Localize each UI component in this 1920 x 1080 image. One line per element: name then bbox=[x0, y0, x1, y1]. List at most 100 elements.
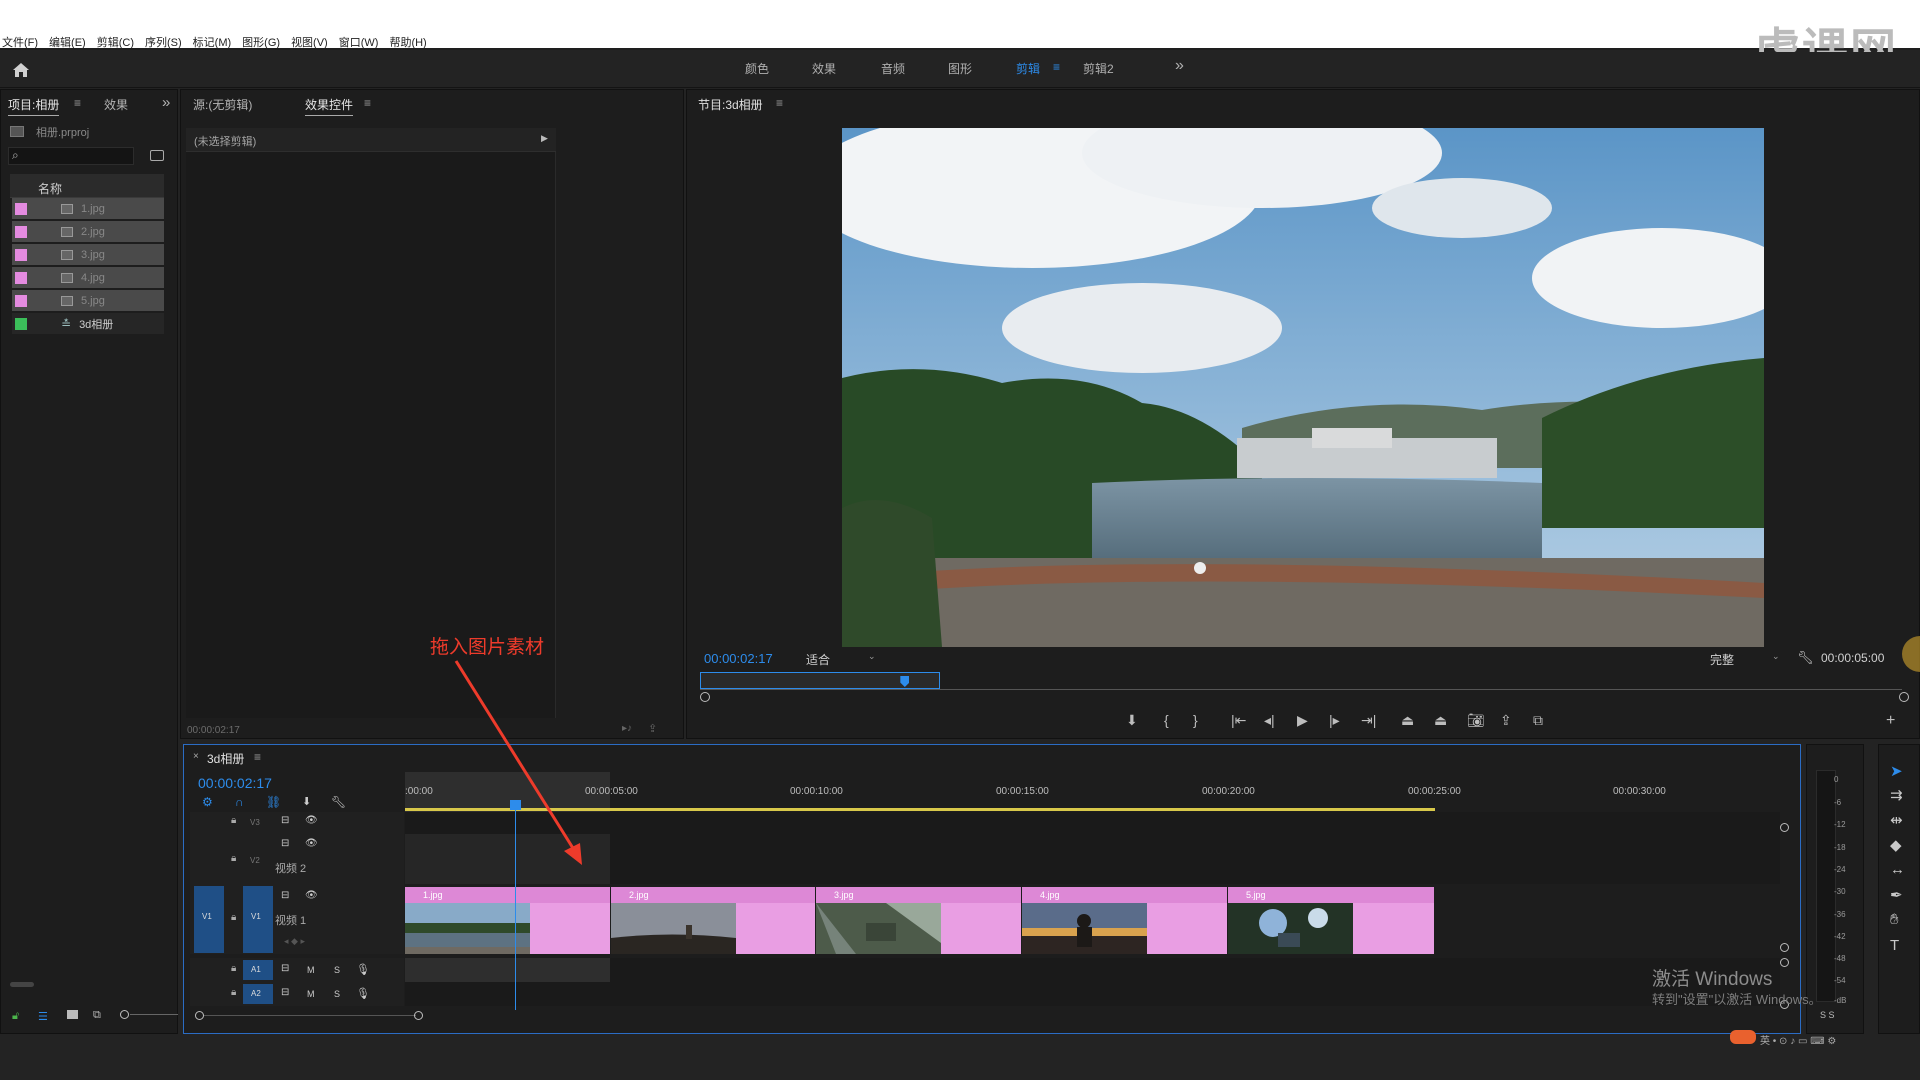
track-lane-a2[interactable] bbox=[405, 982, 1780, 1006]
timeline-clip[interactable]: 3.jpg bbox=[816, 887, 1021, 954]
filter-icon[interactable]: ▸♪ bbox=[622, 723, 632, 734]
project-scrollbar[interactable] bbox=[10, 982, 34, 987]
workspace-menu-icon[interactable]: ≡ bbox=[1053, 60, 1060, 74]
timeline-clip[interactable]: 5.jpg bbox=[1228, 887, 1434, 954]
tab-effects[interactable]: 效果 bbox=[104, 96, 128, 113]
expand-arrow-icon[interactable]: ▶ bbox=[541, 133, 548, 144]
audio-track-icon[interactable]: ⊟ bbox=[281, 987, 289, 998]
lock-icon[interactable]: 🔒︎ bbox=[231, 912, 236, 923]
hand-tool-icon[interactable]: ✋︎ bbox=[1890, 911, 1899, 928]
step-forward-icon[interactable]: |▸ bbox=[1329, 712, 1340, 729]
track-lane-v3[interactable] bbox=[405, 812, 1780, 834]
microphone-icon[interactable]: 🎙︎ bbox=[356, 987, 370, 1000]
project-item[interactable]: 1.jpg bbox=[12, 198, 164, 219]
step-back-icon[interactable]: ◂| bbox=[1264, 712, 1275, 729]
type-tool-icon[interactable]: T bbox=[1890, 937, 1899, 954]
selection-tool-icon[interactable]: ➤ bbox=[1890, 762, 1903, 780]
sequence-tab[interactable]: 3d相册 bbox=[207, 750, 244, 767]
add-marker-icon[interactable]: ⬇ bbox=[302, 795, 311, 808]
program-time-ruler[interactable] bbox=[700, 689, 1902, 690]
film-icon[interactable]: ⊟ bbox=[281, 815, 289, 826]
audio-track-icon[interactable]: ⊟ bbox=[281, 963, 289, 974]
slip-tool-icon[interactable]: ↔ bbox=[1890, 861, 1905, 878]
export-icon[interactable]: ⇪ bbox=[648, 722, 657, 735]
mark-out-icon[interactable]: } bbox=[1193, 712, 1198, 728]
linked-selection-icon[interactable]: ⛓︎ bbox=[266, 795, 281, 809]
close-icon[interactable]: × bbox=[193, 751, 199, 762]
lock-icon[interactable]: 🔒︎ bbox=[231, 963, 236, 974]
playback-resolution-select[interactable]: 完整 bbox=[1710, 651, 1734, 668]
timeline-timecode[interactable]: 00:00:02:17 bbox=[198, 775, 272, 791]
snap-icon[interactable]: ∩ bbox=[235, 795, 244, 809]
add-marker-icon[interactable]: ⬇ bbox=[1126, 712, 1138, 729]
insert-icon[interactable]: ⇪ bbox=[1500, 712, 1512, 729]
project-menu-icon[interactable]: ≡ bbox=[74, 96, 81, 110]
go-to-in-icon[interactable]: |⇤ bbox=[1231, 712, 1246, 729]
lock-icon[interactable]: 🔒︎ bbox=[231, 853, 236, 864]
chevron-down-icon[interactable]: ⌄ bbox=[1772, 651, 1780, 662]
vertical-zoom-handle[interactable] bbox=[1780, 943, 1789, 952]
menu-clip[interactable]: 剪辑(C) bbox=[97, 34, 134, 50]
zoom-handle-left[interactable] bbox=[700, 692, 710, 702]
nest-icon[interactable]: ⚙ bbox=[202, 795, 213, 809]
film-icon[interactable]: ⊟ bbox=[281, 838, 289, 849]
workspace-editing2[interactable]: 剪辑2 bbox=[1083, 60, 1114, 77]
new-bin-icon[interactable] bbox=[150, 150, 164, 161]
timeline-clip[interactable]: 4.jpg bbox=[1022, 887, 1227, 954]
track-lane-a1[interactable] bbox=[405, 958, 1780, 982]
timeline-clip[interactable]: 1.jpg bbox=[405, 887, 610, 954]
solo-button[interactable]: S bbox=[334, 965, 340, 975]
pen-tool-icon[interactable]: ✒ bbox=[1890, 886, 1903, 904]
workspace-effects[interactable]: 效果 bbox=[812, 60, 836, 77]
razor-tool-icon[interactable]: ◆ bbox=[1890, 836, 1902, 854]
program-monitor-title[interactable]: 节目:3d相册 bbox=[698, 96, 763, 113]
timeline-zoom-handle-right[interactable] bbox=[414, 1011, 423, 1020]
solo-button[interactable]: S bbox=[334, 989, 340, 999]
eye-icon[interactable]: 👁︎ bbox=[305, 838, 318, 849]
menu-view[interactable]: 视图(V) bbox=[291, 34, 328, 50]
extract-icon[interactable]: ⏏︎ bbox=[1434, 712, 1447, 729]
button-editor-plus-icon[interactable]: + bbox=[1886, 712, 1895, 730]
program-monitor-menu-icon[interactable]: ≡ bbox=[776, 96, 783, 110]
vertical-zoom-handle[interactable] bbox=[1780, 823, 1789, 832]
workspace-overflow-icon[interactable]: » bbox=[1175, 57, 1184, 75]
list-view-icon[interactable]: ☰ bbox=[38, 1010, 48, 1023]
workspace-audio[interactable]: 音频 bbox=[881, 60, 905, 77]
workspace-color[interactable]: 颜色 bbox=[745, 60, 769, 77]
zoom-handle-right[interactable] bbox=[1899, 692, 1909, 702]
project-item[interactable]: 5.jpg bbox=[12, 290, 164, 311]
mute-button[interactable]: M bbox=[307, 989, 315, 999]
ripple-edit-tool-icon[interactable]: ⇹ bbox=[1890, 811, 1903, 829]
effect-controls-menu-icon[interactable]: ≡ bbox=[364, 96, 371, 110]
program-playhead-timecode[interactable]: 00:00:02:17 bbox=[704, 651, 773, 666]
project-search-input[interactable] bbox=[8, 147, 134, 165]
timeline-settings-wrench-icon[interactable]: 🔧︎ bbox=[331, 795, 346, 809]
wrench-icon[interactable]: 🔧︎ bbox=[1797, 650, 1814, 666]
export-frame-icon[interactable]: 📷︎ bbox=[1467, 712, 1485, 729]
tab-project[interactable]: 项目:相册 bbox=[8, 96, 60, 116]
menu-edit[interactable]: 编辑(E) bbox=[49, 34, 86, 50]
menu-sequence[interactable]: 序列(S) bbox=[145, 34, 182, 50]
menu-markers[interactable]: 标记(M) bbox=[193, 34, 232, 50]
project-item[interactable]: 2.jpg bbox=[12, 221, 164, 242]
panel-overflow-icon[interactable]: » bbox=[162, 94, 170, 111]
film-icon[interactable]: ⊟ bbox=[281, 890, 289, 901]
menu-help[interactable]: 帮助(H) bbox=[389, 34, 426, 50]
project-item[interactable]: 4.jpg bbox=[12, 267, 164, 288]
home-icon[interactable] bbox=[10, 60, 32, 80]
lock-icon[interactable]: 🔒︎ bbox=[231, 815, 236, 826]
icon-view-icon[interactable] bbox=[67, 1010, 78, 1019]
system-tray-icons[interactable]: 英 • ⊙ ♪ ▭ ⌨ ⚙ bbox=[1760, 1032, 1836, 1047]
timeline-scrollbar[interactable] bbox=[204, 1015, 416, 1016]
timeline-zoom-handle-left[interactable] bbox=[195, 1011, 204, 1020]
chevron-down-icon[interactable]: ⌄ bbox=[868, 651, 876, 662]
meter-solo-buttons[interactable]: S S bbox=[1820, 1010, 1835, 1020]
zoom-slider-handle[interactable] bbox=[120, 1010, 129, 1019]
track-lane-v2[interactable] bbox=[405, 834, 1780, 884]
play-icon[interactable]: ▶ bbox=[1297, 712, 1308, 729]
freeform-view-icon[interactable]: ⧉ bbox=[93, 1009, 101, 1022]
ime-logo-icon[interactable] bbox=[1730, 1030, 1756, 1044]
menu-window[interactable]: 窗口(W) bbox=[339, 34, 379, 50]
menu-graphics[interactable]: 图形(G) bbox=[242, 34, 280, 50]
keyframe-nav-icon[interactable]: ◂ ◆ ▸ bbox=[284, 936, 305, 947]
